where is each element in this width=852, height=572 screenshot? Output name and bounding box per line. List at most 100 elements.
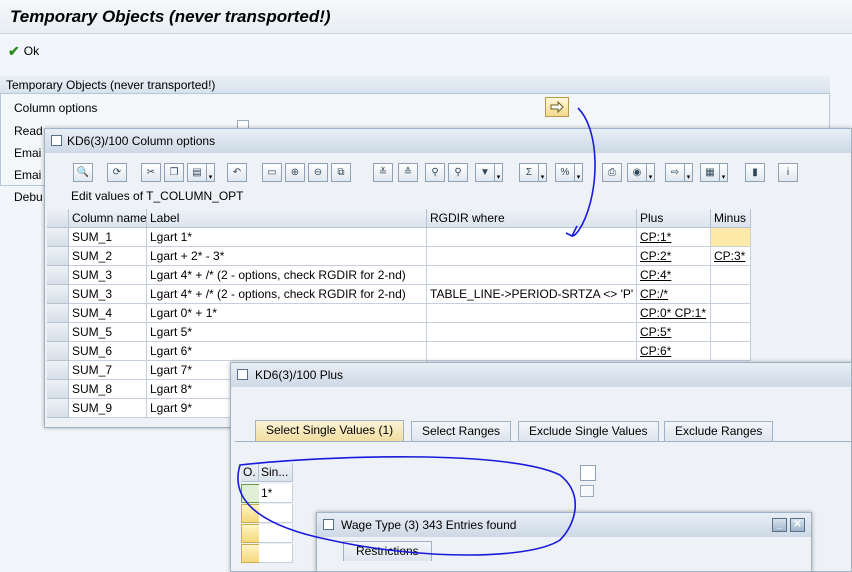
- col-header-option[interactable]: O.: [241, 463, 259, 482]
- table-cell-name[interactable]: SUM_3: [69, 285, 147, 304]
- table-cell-name[interactable]: SUM_3: [69, 266, 147, 285]
- single-value-cell[interactable]: [259, 524, 293, 543]
- table-cell-plus[interactable]: CP:4*: [637, 266, 711, 285]
- export-icon[interactable]: ⇨: [665, 163, 685, 182]
- col-header-rgdir-where[interactable]: RGDIR where: [427, 209, 637, 228]
- table-cell-name[interactable]: SUM_7: [69, 361, 147, 380]
- table-cell-rgdir[interactable]: [427, 228, 637, 247]
- layout-dropdown-icon[interactable]: ▾: [720, 163, 728, 182]
- row-selector[interactable]: [47, 399, 69, 418]
- paste-icon[interactable]: ▤: [187, 163, 207, 182]
- table-cell-label[interactable]: Lgart 5*: [147, 323, 427, 342]
- table-cell-label[interactable]: Lgart 4* + /* (2 - options, check RGDIR …: [147, 285, 427, 304]
- minimize-icon[interactable]: _: [772, 518, 787, 532]
- sort-descending-icon[interactable]: ≙: [398, 163, 418, 182]
- layout-icon[interactable]: ▦: [700, 163, 720, 182]
- col-header-single-value[interactable]: Sin...: [259, 463, 293, 482]
- row-selector[interactable]: [47, 380, 69, 399]
- insert-row-icon[interactable]: ⊕: [285, 163, 305, 182]
- table-cell-name[interactable]: SUM_8: [69, 380, 147, 399]
- sort-ascending-icon[interactable]: ≚: [373, 163, 393, 182]
- col-header-column-name[interactable]: Column name: [69, 209, 147, 228]
- scrollbar-box[interactable]: [580, 485, 594, 497]
- row-selector[interactable]: [47, 342, 69, 361]
- views-icon[interactable]: ◉: [627, 163, 647, 182]
- print-icon[interactable]: ⎙: [602, 163, 622, 182]
- tab-exclude-single-values[interactable]: Exclude Single Values: [518, 421, 659, 441]
- table-cell-rgdir[interactable]: [427, 304, 637, 323]
- col-header-label[interactable]: Label: [147, 209, 427, 228]
- sum-icon[interactable]: Σ: [519, 163, 539, 182]
- subtotal-icon[interactable]: %: [555, 163, 575, 182]
- single-value-cell[interactable]: [259, 544, 293, 563]
- cut-icon[interactable]: ✂: [141, 163, 161, 182]
- table-cell-label[interactable]: Lgart 6*: [147, 342, 427, 361]
- table-cell-rgdir[interactable]: [427, 323, 637, 342]
- table-cell-name[interactable]: SUM_4: [69, 304, 147, 323]
- details-icon[interactable]: 🔍: [73, 163, 93, 182]
- info-icon[interactable]: i: [778, 163, 798, 182]
- tab-exclude-ranges[interactable]: Exclude Ranges: [664, 421, 774, 441]
- option-cell[interactable]: [241, 524, 260, 543]
- duplicate-row-icon[interactable]: ⧉: [331, 163, 351, 182]
- col-header-plus[interactable]: Plus: [637, 209, 711, 228]
- table-cell-name[interactable]: SUM_9: [69, 399, 147, 418]
- ok-button[interactable]: ✔ Ok: [8, 42, 39, 60]
- select-all-icon[interactable]: [47, 209, 69, 228]
- multiple-selection-icon[interactable]: [580, 465, 596, 481]
- single-value-cell[interactable]: 1*: [259, 484, 293, 503]
- table-cell-label[interactable]: Lgart 1*: [147, 228, 427, 247]
- copy-icon[interactable]: ❐: [164, 163, 184, 182]
- refresh-icon[interactable]: ⟳: [107, 163, 127, 182]
- table-cell-name[interactable]: SUM_6: [69, 342, 147, 361]
- table-cell-name[interactable]: SUM_2: [69, 247, 147, 266]
- views-dropdown-icon[interactable]: ▾: [647, 163, 655, 182]
- table-cell-minus[interactable]: [711, 342, 751, 361]
- table-cell-rgdir[interactable]: [427, 266, 637, 285]
- find-next-icon[interactable]: ⚲: [448, 163, 468, 182]
- table-cell-label[interactable]: Lgart 4* + /* (2 - options, check RGDIR …: [147, 266, 427, 285]
- table-cell-plus[interactable]: CP:2*: [637, 247, 711, 266]
- tab-restrictions[interactable]: Restrictions: [343, 541, 432, 561]
- table-cell-minus[interactable]: [711, 266, 751, 285]
- row-selector[interactable]: [47, 361, 69, 380]
- option-cell[interactable]: [241, 504, 260, 523]
- row-selector[interactable]: [47, 228, 69, 247]
- table-cell-name[interactable]: SUM_1: [69, 228, 147, 247]
- new-row-icon[interactable]: ▭: [262, 163, 282, 182]
- table-cell-name[interactable]: SUM_5: [69, 323, 147, 342]
- table-cell-minus[interactable]: [711, 304, 751, 323]
- table-cell-minus[interactable]: [711, 323, 751, 342]
- table-cell-plus[interactable]: CP:/*: [637, 285, 711, 304]
- table-cell-plus[interactable]: CP:6*: [637, 342, 711, 361]
- single-value-cell[interactable]: [259, 504, 293, 523]
- execute-arrow-button[interactable]: [545, 97, 569, 117]
- filter-icon[interactable]: ▼: [475, 163, 495, 182]
- table-cell-plus[interactable]: CP:1*: [637, 228, 711, 247]
- sum-dropdown-icon[interactable]: ▾: [539, 163, 547, 182]
- find-icon[interactable]: ⚲: [425, 163, 445, 182]
- subtotal-dropdown-icon[interactable]: ▾: [575, 163, 583, 182]
- table-cell-rgdir[interactable]: [427, 247, 637, 266]
- table-cell-rgdir[interactable]: TABLE_LINE->PERIOD-SRTZA <> 'P': [427, 285, 637, 304]
- table-cell-minus[interactable]: CP:3*: [711, 247, 751, 266]
- col-header-minus[interactable]: Minus: [711, 209, 751, 228]
- undo-icon[interactable]: ↶: [227, 163, 247, 182]
- paste-dropdown-icon[interactable]: ▾: [207, 163, 215, 182]
- delete-row-icon[interactable]: ⊖: [308, 163, 328, 182]
- table-cell-minus[interactable]: [711, 228, 751, 247]
- table-cell-plus[interactable]: CP:5*: [637, 323, 711, 342]
- option-equal-icon[interactable]: [241, 484, 260, 503]
- export-dropdown-icon[interactable]: ▾: [685, 163, 693, 182]
- tab-select-ranges[interactable]: Select Ranges: [411, 421, 512, 441]
- close-icon[interactable]: ✕: [790, 518, 805, 532]
- row-selector[interactable]: [47, 266, 69, 285]
- row-selector[interactable]: [47, 323, 69, 342]
- filter-dropdown-icon[interactable]: ▾: [495, 163, 503, 182]
- row-selector[interactable]: [47, 285, 69, 304]
- table-cell-label[interactable]: Lgart 0* + 1*: [147, 304, 427, 323]
- table-cell-plus[interactable]: CP:0* CP:1*: [637, 304, 711, 323]
- row-selector[interactable]: [47, 304, 69, 323]
- graphic-icon[interactable]: ▮: [745, 163, 765, 182]
- row-selector[interactable]: [47, 247, 69, 266]
